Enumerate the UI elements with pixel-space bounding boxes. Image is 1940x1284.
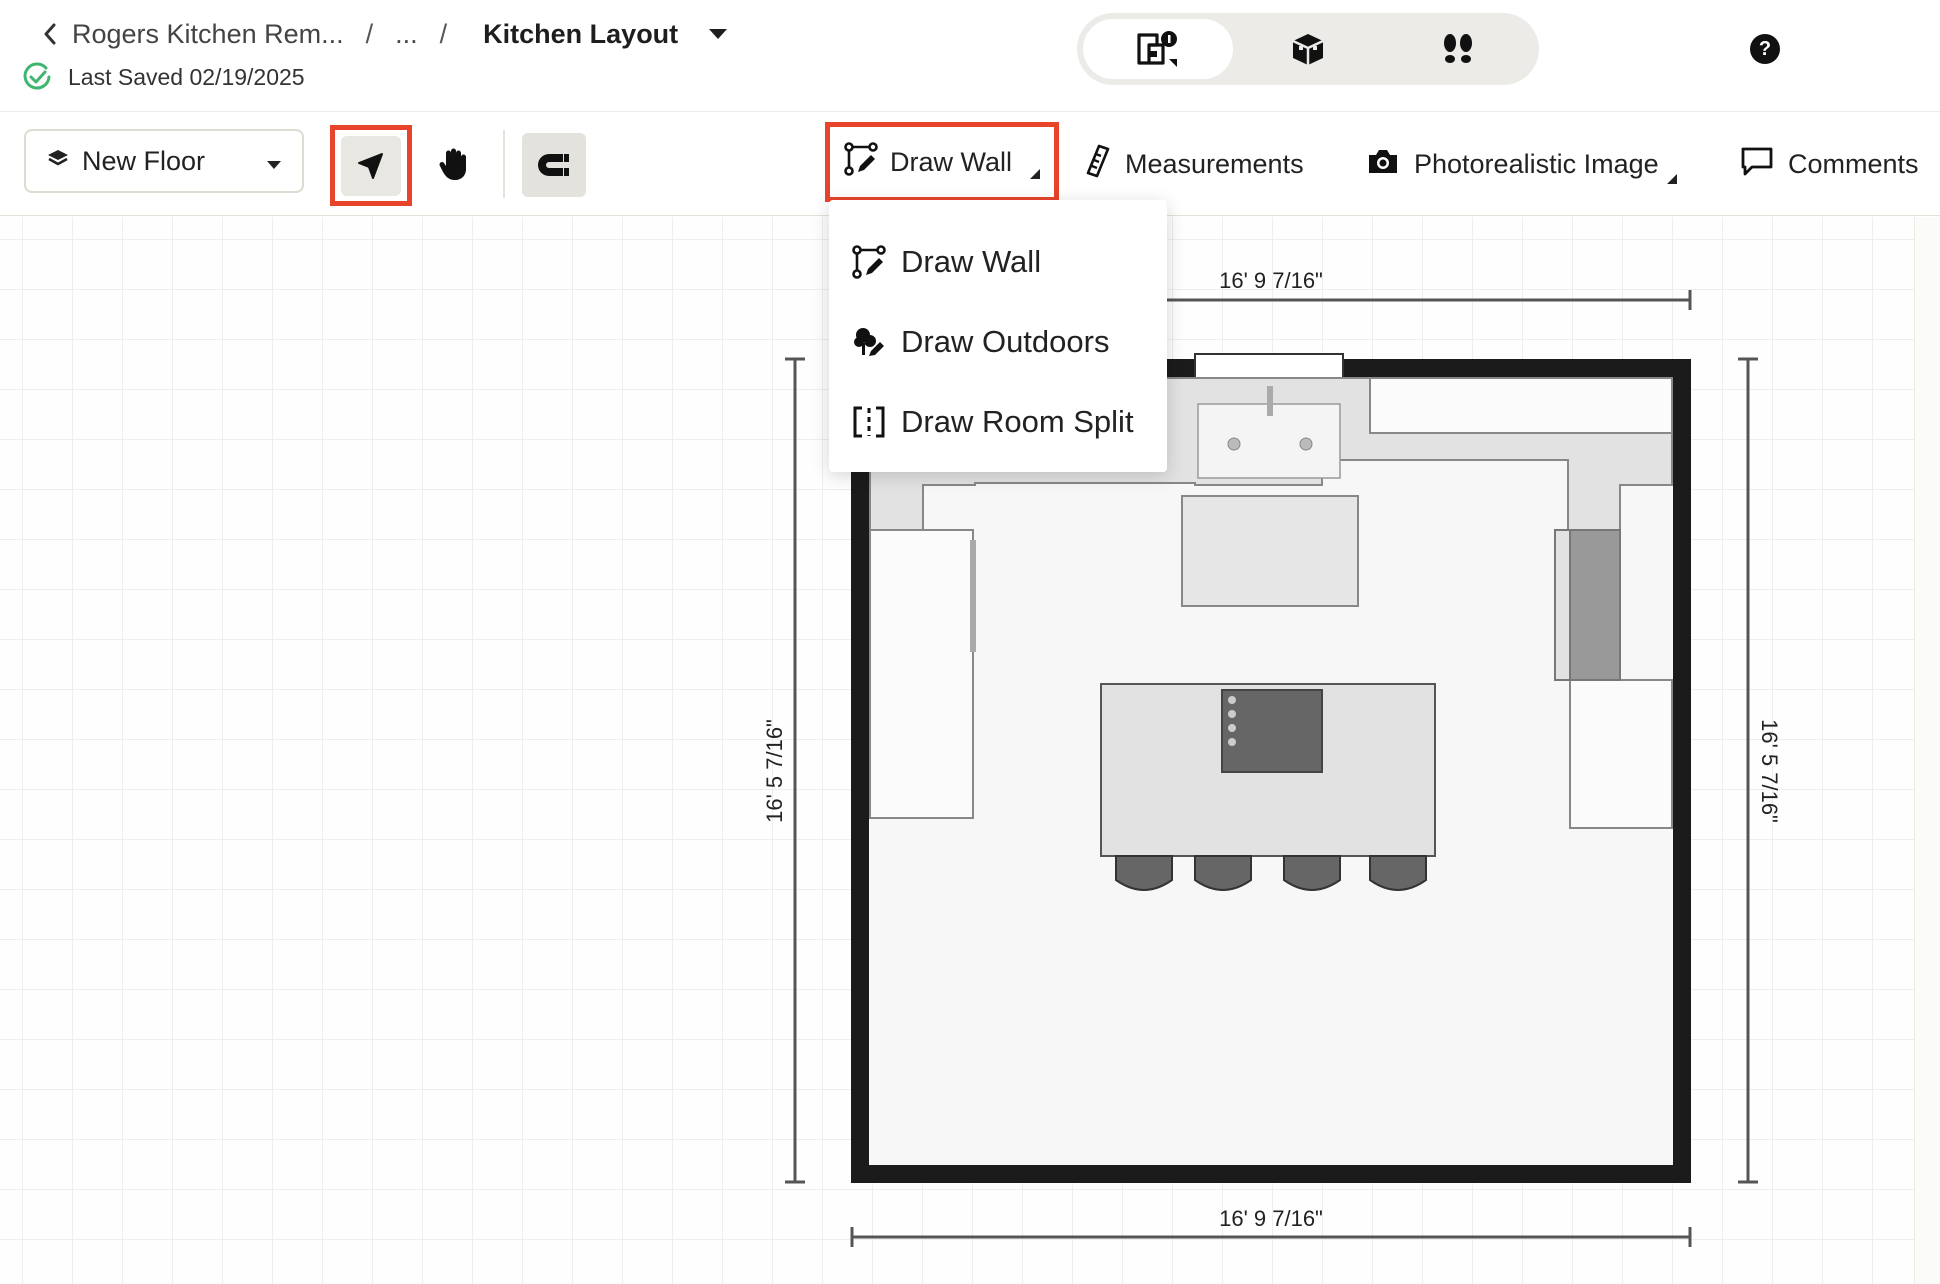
draw-outdoors-icon [851,324,887,360]
cursor-arrow-icon [341,135,401,196]
app-root: Rogers Kitchen Rem... / ... / Kitchen La… [0,0,1940,1284]
select-tool-button[interactable] [330,125,412,206]
menu-item-draw-wall[interactable]: Draw Wall [829,222,1167,302]
room-split-icon [851,404,887,440]
breadcrumb-separator: / [439,18,448,49]
breadcrumb-current-page[interactable]: Kitchen Layout [483,19,678,50]
toolbar-divider [503,130,505,198]
back-chevron-icon[interactable] [40,14,60,54]
measurements-button[interactable]: Measurements [1085,134,1304,194]
3d-view-icon[interactable] [1233,19,1383,79]
comments-label: Comments [1788,148,1919,179]
snap-magnet-icon[interactable] [522,133,586,197]
layers-icon [46,146,70,177]
menu-item-label: Draw Wall [901,244,1042,279]
photorealistic-image-button[interactable]: Photorealistic Image [1366,134,1677,194]
right-panel-edge [1914,217,1940,1284]
breadcrumb-project[interactable]: Rogers Kitchen Rem... [72,19,344,50]
draw-tool-dropdown: Draw Wall Draw Outdoors Draw Room Split [829,200,1167,472]
last-saved-text: Last Saved 02/19/2025 [68,63,305,90]
breadcrumb-separator: / [365,18,374,49]
range-appliance [1567,529,1621,681]
draw-wall-icon [851,244,887,280]
draw-wall-button[interactable]: Draw Wall [825,122,1059,202]
dimension-top-label: 16' 9 7/16" [1219,268,1323,293]
view-mode-toggle [1077,13,1539,85]
chevron-down-icon [266,146,282,177]
comment-icon [1740,146,1774,183]
kitchen-island [1100,683,1436,857]
help-icon[interactable]: ? [1750,34,1780,64]
dimension-bottom-label: 16' 9 7/16" [1219,1206,1323,1231]
breadcrumb-ellipsis[interactable]: ... [395,19,418,50]
dimension-right-label: 16' 5 7/16" [1757,719,1782,823]
menu-item-label: Draw Room Split [901,404,1134,439]
comments-button[interactable]: Comments [1740,134,1919,194]
menu-item-draw-outdoors[interactable]: Draw Outdoors [829,302,1167,382]
submenu-corner-icon [1666,174,1677,184]
dimension-left-label: 16' 5 7/16" [762,719,787,823]
pan-hand-icon[interactable] [426,134,482,194]
dimension-bottom: 16' 9 7/16" [850,1206,1692,1247]
draw-wall-label: Draw Wall [890,146,1013,177]
layout-dropdown-caret-icon[interactable] [706,14,730,54]
menu-item-label: Draw Outdoors [901,324,1110,359]
saved-check-icon [22,62,52,92]
2d-floorplan-view-icon[interactable] [1083,19,1233,79]
draw-wall-icon [844,141,878,183]
camera-icon [1366,147,1400,182]
dimension-left: 16' 5 7/16" [762,357,805,1184]
measurements-label: Measurements [1125,148,1304,179]
photorealistic-label: Photorealistic Image [1414,148,1659,179]
breadcrumb: Rogers Kitchen Rem... / ... / Kitchen La… [40,14,730,54]
floor-select[interactable]: New Floor [24,129,304,193]
save-status: Last Saved 02/19/2025 [22,60,305,94]
menu-item-draw-room-split[interactable]: Draw Room Split [829,382,1167,462]
ruler-icon [1085,144,1111,185]
floor-select-label: New Floor [82,145,206,176]
walkthrough-footprints-icon[interactable] [1383,19,1533,79]
submenu-corner-icon [1030,169,1040,179]
dimension-right: 16' 5 7/16" [1738,357,1782,1184]
fridge-handle [970,540,976,652]
top-header: Rogers Kitchen Rem... / ... / Kitchen La… [0,0,1940,112]
